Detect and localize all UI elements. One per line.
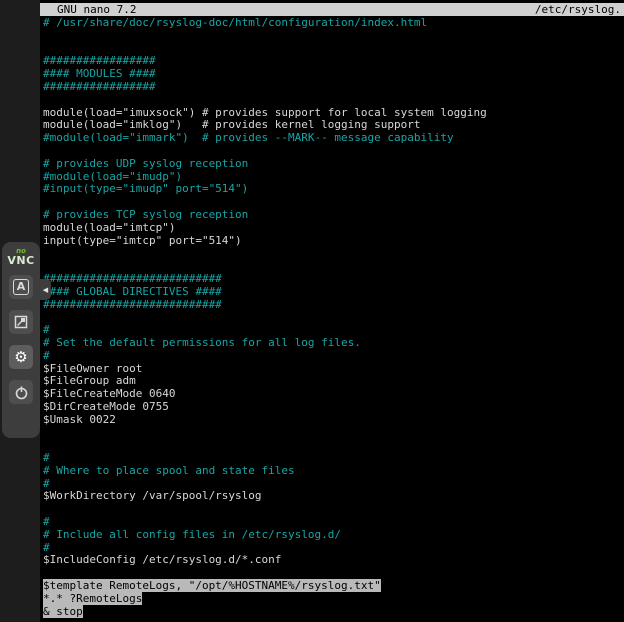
editor-line: $DirCreateMode 0755	[43, 401, 624, 414]
editor-line: # /usr/share/doc/rsyslog-doc/html/config…	[43, 17, 624, 30]
editor-line: $Umask 0022	[43, 414, 624, 427]
editor-line: # Set the default permissions for all lo…	[43, 337, 624, 350]
nano-titlebar: GNU nano 7.2 /etc/rsyslog.	[40, 3, 624, 16]
editor-line: # Include all config files in /etc/rsysl…	[43, 529, 624, 542]
editor-line: #################	[43, 81, 624, 94]
editor-line	[43, 30, 624, 43]
editor-line: & stop	[43, 606, 624, 619]
power-icon	[14, 385, 29, 400]
nano-version-label: GNU nano 7.2	[57, 3, 136, 16]
editor-line	[43, 311, 624, 324]
editor-line: $WorkDirectory /var/spool/rsyslog	[43, 490, 624, 503]
fullscreen-button[interactable]	[9, 310, 33, 334]
fullscreen-icon	[14, 315, 28, 329]
editor-line	[43, 439, 624, 452]
novnc-logo-vnc: VNC	[7, 255, 34, 266]
editor-line: #input(type="imudp" port="514")	[43, 183, 624, 196]
editor-line: # Where to place spool and state files	[43, 465, 624, 478]
settings-button[interactable]: ⚙	[9, 345, 33, 369]
power-button[interactable]	[9, 380, 33, 404]
terminal-window[interactable]: GNU nano 7.2 /etc/rsyslog. # /usr/share/…	[40, 0, 624, 622]
editor-line	[43, 427, 624, 440]
extra-keys-button[interactable]: A	[9, 275, 33, 299]
novnc-control-bar: no VNC A ⚙	[2, 242, 40, 438]
editor-line	[43, 503, 624, 516]
novnc-logo: no VNC	[7, 248, 34, 266]
a-key-icon: A	[13, 279, 29, 295]
editor-line: $IncludeConfig /etc/rsyslog.d/*.conf	[43, 554, 624, 567]
editor-body[interactable]: # /usr/share/doc/rsyslog-doc/html/config…	[40, 16, 624, 618]
editor-line: *.* ?RemoteLogs	[43, 593, 624, 606]
control-bar-handle[interactable]: ◀	[40, 279, 51, 300]
collapse-arrow-icon: ◀	[43, 286, 48, 294]
nano-filename-label: /etc/rsyslog.	[535, 3, 621, 16]
editor-line: input(type="imtcp" port="514")	[43, 235, 624, 248]
editor-line: $template RemoteLogs, "/opt/%HOSTNAME%/r…	[43, 580, 624, 593]
gear-icon: ⚙	[14, 350, 27, 365]
editor-line: #module(load="immark") # provides --MARK…	[43, 132, 624, 145]
editor-line: ###########################	[43, 299, 624, 312]
editor-line	[43, 247, 624, 260]
